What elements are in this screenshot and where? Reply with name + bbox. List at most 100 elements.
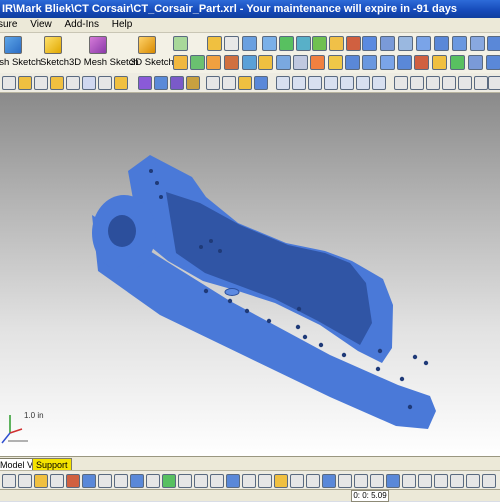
view-tool-8-icon[interactable]	[114, 76, 128, 90]
arc-icon[interactable]	[224, 36, 239, 51]
view-back-icon[interactable]	[292, 76, 306, 90]
tool-l-icon[interactable]	[362, 55, 377, 70]
tool-q-icon[interactable]	[450, 55, 465, 70]
tool-c-icon[interactable]	[206, 55, 221, 70]
bottom-tool-8-icon[interactable]	[114, 474, 128, 488]
zoom-view-icon[interactable]	[170, 76, 184, 90]
tool-o-icon[interactable]	[414, 55, 429, 70]
part-model[interactable]	[0, 93, 500, 456]
3d-sketch-button-label[interactable]: 3D Sketch	[130, 57, 174, 68]
bottom-tool-31-icon[interactable]	[482, 474, 496, 488]
view-tool-9-icon[interactable]	[206, 76, 220, 90]
tool-e-icon[interactable]	[242, 55, 257, 70]
view-tool-19-icon[interactable]	[488, 76, 500, 90]
bottom-tool-22-icon[interactable]	[338, 474, 352, 488]
bottom-tool-17-icon[interactable]	[258, 474, 272, 488]
menu-view[interactable]: View	[30, 18, 52, 32]
vector-icon[interactable]	[207, 36, 222, 51]
surface-icon[interactable]	[262, 36, 277, 51]
loft-icon[interactable]	[279, 36, 294, 51]
bottom-tool-16-icon[interactable]	[242, 474, 256, 488]
bottom-tool-30-icon[interactable]	[466, 474, 480, 488]
model-viewport[interactable]	[0, 93, 500, 456]
bottom-tool-26-icon[interactable]	[402, 474, 416, 488]
pan-view-icon[interactable]	[154, 76, 168, 90]
view-tool-4-icon[interactable]	[50, 76, 64, 90]
tool-g-icon[interactable]	[276, 55, 291, 70]
view-tool-16-icon[interactable]	[442, 76, 456, 90]
tool-r-icon[interactable]	[468, 55, 483, 70]
view-iso-icon[interactable]	[372, 76, 386, 90]
view-tool-10-icon[interactable]	[222, 76, 236, 90]
menu-measure[interactable]: sure	[0, 18, 17, 32]
tool-j-icon[interactable]	[328, 55, 343, 70]
view-tool-3-icon[interactable]	[34, 76, 48, 90]
bottom-tool-27-icon[interactable]	[418, 474, 432, 488]
tool-b-icon[interactable]	[190, 55, 205, 70]
view-top-icon[interactable]	[340, 76, 354, 90]
cone-icon[interactable]	[452, 36, 467, 51]
view-right-icon[interactable]	[324, 76, 338, 90]
tool-p-icon[interactable]	[432, 55, 447, 70]
bottom-tool-13-icon[interactable]	[194, 474, 208, 488]
tool-f-icon[interactable]	[258, 55, 273, 70]
tool-a-icon[interactable]	[173, 55, 188, 70]
tool-s-icon[interactable]	[486, 55, 500, 70]
bottom-tool-21-icon[interactable]	[322, 474, 336, 488]
bottom-tool-24-icon[interactable]	[370, 474, 384, 488]
view-tool-13-icon[interactable]	[394, 76, 408, 90]
bottom-tool-14-icon[interactable]	[210, 474, 224, 488]
view-tool-14-icon[interactable]	[410, 76, 424, 90]
torus-icon[interactable]	[470, 36, 485, 51]
mesh-sketch-button-label[interactable]: esh Sketch	[0, 57, 41, 68]
sweep-icon[interactable]	[296, 36, 311, 51]
view-tool-6-icon[interactable]	[82, 76, 96, 90]
plane-icon[interactable]	[173, 36, 188, 51]
rotate-view-icon[interactable]	[138, 76, 152, 90]
3d-mesh-sketch-button-label[interactable]: 3D Mesh Sketch	[69, 57, 139, 68]
menu-add-ins[interactable]: Add-Ins	[65, 18, 99, 32]
view-tool-12-icon[interactable]	[254, 76, 268, 90]
bottom-tool-15-icon[interactable]	[226, 474, 240, 488]
bottom-tool-4-icon[interactable]	[50, 474, 64, 488]
chamfer-icon[interactable]	[346, 36, 361, 51]
view-bottom-icon[interactable]	[356, 76, 370, 90]
bottom-tool-20-icon[interactable]	[306, 474, 320, 488]
bottom-tool-28-icon[interactable]	[434, 474, 448, 488]
point-icon[interactable]	[242, 36, 257, 51]
fit-view-icon[interactable]	[186, 76, 200, 90]
extra-shape-icon[interactable]	[487, 36, 500, 51]
tool-i-icon[interactable]	[310, 55, 325, 70]
view-tool-1-icon[interactable]	[2, 76, 16, 90]
bottom-tool-25-icon[interactable]	[386, 474, 400, 488]
menu-help[interactable]: Help	[112, 18, 133, 32]
tool-n-icon[interactable]	[397, 55, 412, 70]
bottom-tool-12-icon[interactable]	[178, 474, 192, 488]
cylinder-icon[interactable]	[416, 36, 431, 51]
view-tool-15-icon[interactable]	[426, 76, 440, 90]
sketch-icon[interactable]	[44, 36, 62, 54]
tool-k-icon[interactable]	[345, 55, 360, 70]
sphere-icon[interactable]	[434, 36, 449, 51]
bottom-tool-29-icon[interactable]	[450, 474, 464, 488]
view-left-icon[interactable]	[308, 76, 322, 90]
view-tool-7-icon[interactable]	[98, 76, 112, 90]
tool-d-icon[interactable]	[224, 55, 239, 70]
view-tool-18-icon[interactable]	[474, 76, 488, 90]
3d-sketch-icon[interactable]	[138, 36, 156, 54]
bottom-tool-9-icon[interactable]	[130, 474, 144, 488]
tool-m-icon[interactable]	[380, 55, 395, 70]
bottom-tool-6-icon[interactable]	[82, 474, 96, 488]
mesh-sketch-icon[interactable]	[4, 36, 22, 54]
solid-box-icon[interactable]	[362, 36, 377, 51]
tool-h-icon[interactable]	[293, 55, 308, 70]
bottom-tool-1-icon[interactable]	[2, 474, 16, 488]
view-front-icon[interactable]	[276, 76, 290, 90]
bottom-tool-5-icon[interactable]	[66, 474, 80, 488]
bottom-tool-2-icon[interactable]	[18, 474, 32, 488]
fillet-icon[interactable]	[329, 36, 344, 51]
view-tool-2-icon[interactable]	[18, 76, 32, 90]
mesh-tool-icon[interactable]	[398, 36, 413, 51]
bottom-tool-7-icon[interactable]	[98, 474, 112, 488]
bottom-tool-19-icon[interactable]	[290, 474, 304, 488]
